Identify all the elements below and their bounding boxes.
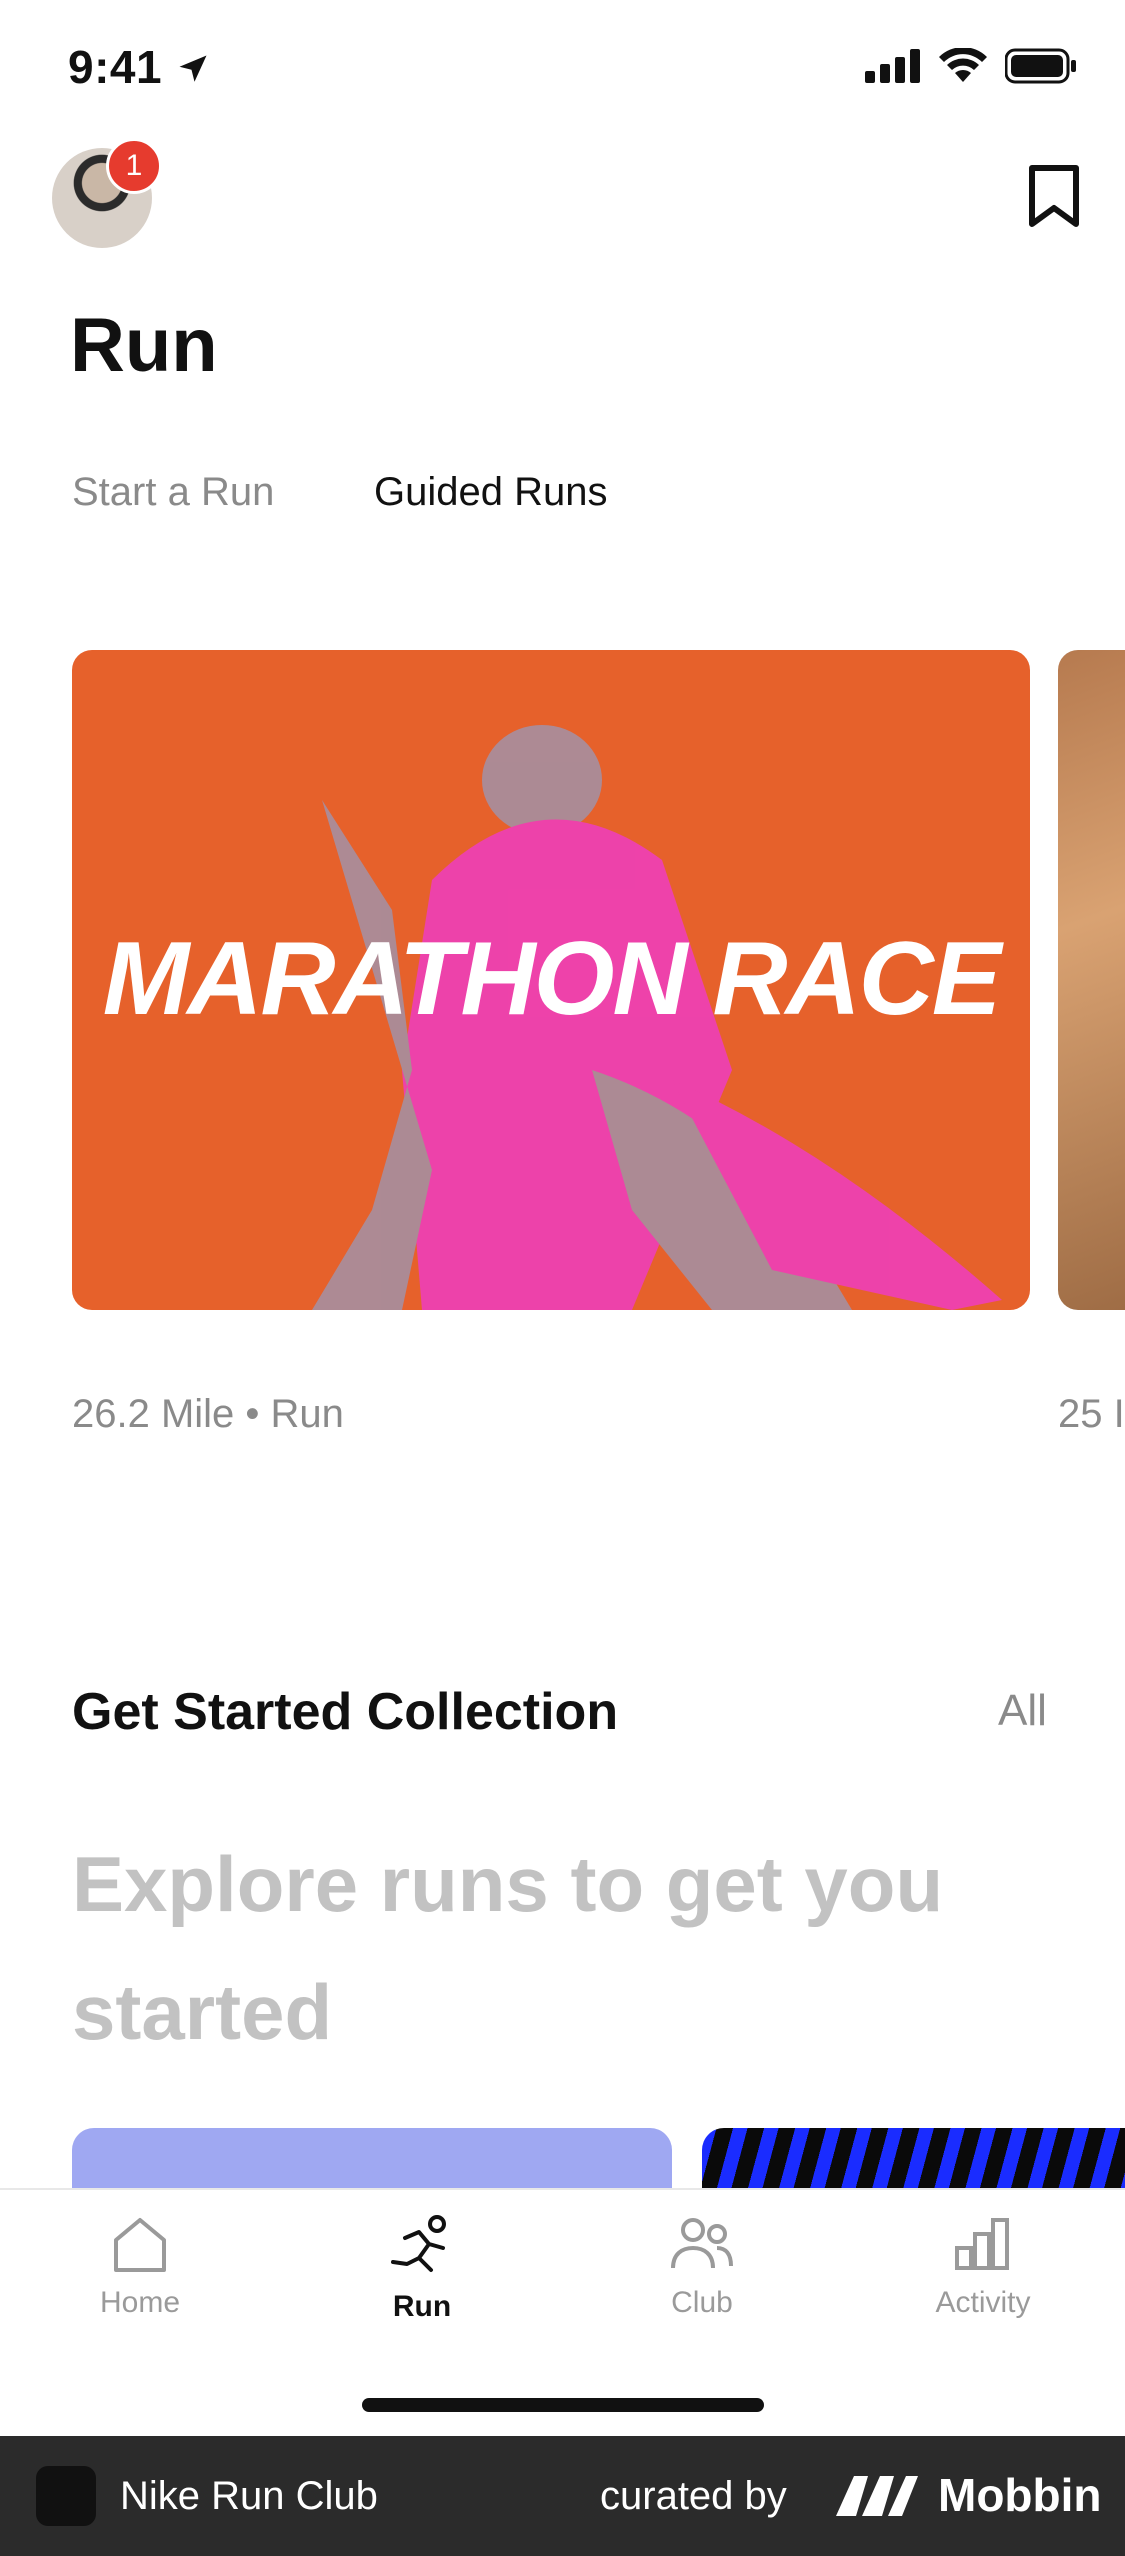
collection-all-link[interactable]: All [998,1686,1047,1736]
guided-run-subtitle: 26.2 Mile • Run [72,1392,344,1436]
collection-tile[interactable] [72,2128,672,2188]
home-indicator [362,2398,764,2412]
tab-start-a-run[interactable]: Start a Run [72,470,274,515]
run-icon [391,2215,446,2272]
footer-brand: Mobbin [938,2469,1102,2521]
tab-bar-activity-label: Activity [935,2286,1031,2319]
status-time: 9:41 [68,40,211,94]
footer-app-name: Nike Run Club [120,2474,378,2518]
notification-count: 1 [125,149,143,182]
collection-description: Explore runs to get you started [72,1840,944,2056]
footer-curated-label: curated by [600,2474,787,2518]
club-icon [671,2218,733,2269]
guided-run-card[interactable]: MARATHON RACE [72,650,1030,1310]
tab-bar-club[interactable]: Club [607,2214,797,2320]
home-icon [114,2218,166,2272]
notification-badge: 1 [106,138,162,194]
collection-title: Get Started Collection [72,1683,619,1741]
activity-icon [955,2218,1009,2270]
tab-guided-runs[interactable]: Guided Runs [374,470,607,515]
cellular-signal-icon [865,49,920,83]
tab-bar-activity[interactable]: Activity [888,2214,1078,2320]
page-title: Run [70,303,218,388]
footer-bar: Nike Run Club curated by Mobbin [0,2436,1125,2556]
guided-run-card-next[interactable] [1058,650,1125,1310]
wifi-icon [939,48,987,82]
tab-bar-run-label: Run [392,2290,452,2323]
mobbin-logo-icon [836,2476,918,2516]
nrc-app-logo [36,2466,96,2526]
battery-icon [1005,48,1076,84]
guided-run-title: MARATHON RACE [102,921,1001,1037]
guided-run-subtitle-next: 25 I [1058,1392,1125,1436]
tab-bar-club-label: Club [671,2286,733,2319]
collection-tile[interactable] [702,2128,1125,2188]
bookmark-icon[interactable] [1026,164,1082,228]
tab-bar-home-label: Home [99,2286,181,2319]
tab-bar-run[interactable]: Run [327,2214,517,2324]
tab-bar-home[interactable]: Home [45,2214,235,2320]
status-time-text: 9:41 [68,41,163,93]
status-icons [865,48,1077,84]
location-arrow-icon [179,55,207,82]
